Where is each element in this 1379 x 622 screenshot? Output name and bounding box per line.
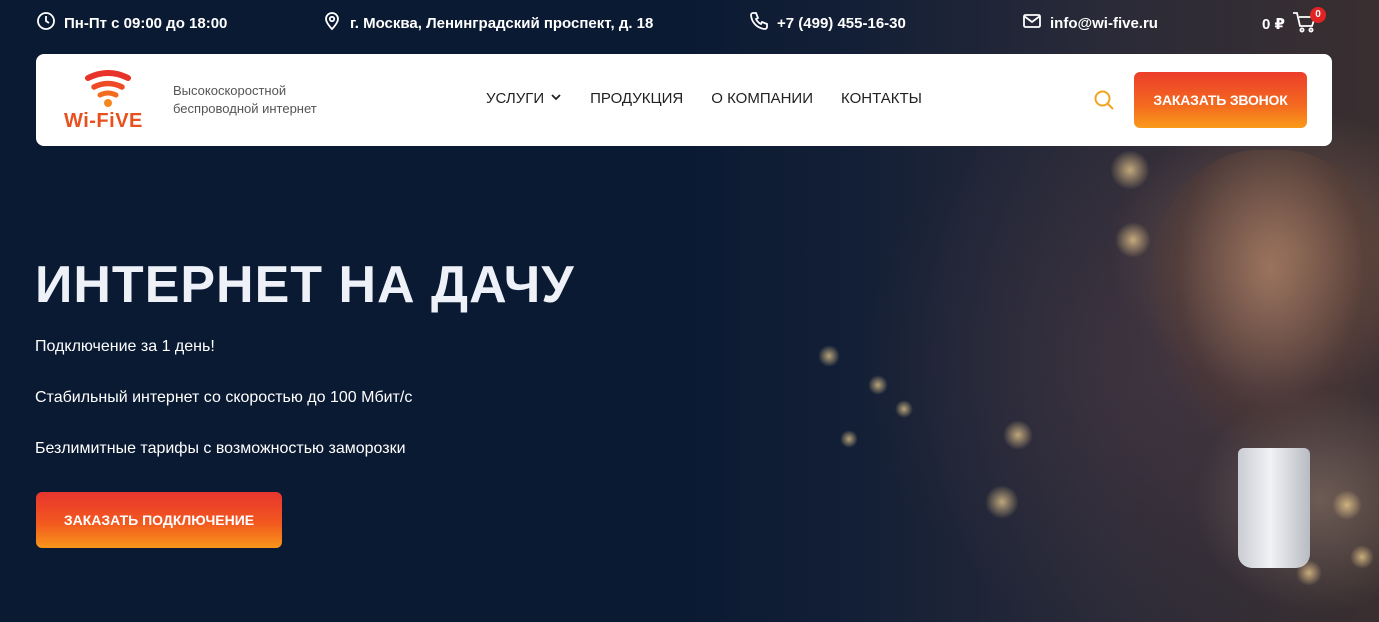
hero-feature: Безлимитные тарифы с возможностью заморо… [35,440,406,457]
hero-mug-image [1238,448,1310,568]
working-hours-text: Пн-Пт с 09:00 до 18:00 [64,14,228,32]
nav-item-contacts[interactable]: КОНТАКТЫ [841,90,922,107]
order-call-button[interactable]: ЗАКАЗАТЬ ЗВОНОК [1134,72,1307,128]
address-text: г. Москва, Ленинградский проспект, д. 18 [350,14,654,32]
top-bar: Пн-Пт с 09:00 до 18:00 г. Москва, Ленинг… [0,0,1379,44]
email-link[interactable]: info@wi-five.ru [1022,11,1158,35]
nav-item-services[interactable]: УСЛУГИ [486,90,562,107]
phone-icon [749,11,769,35]
phone-text[interactable]: +7 (499) 455-16-30 [777,15,906,32]
nav-item-label[interactable]: КОНТАКТЫ [841,90,922,107]
hero-feature: Подключение за 1 день! [35,338,215,355]
hero-feature: Стабильный интернет со скоростью до 100 … [35,389,413,406]
clock-icon [36,11,56,35]
site-header: Wi-FiVE Высокоскоростной беспроводной ин… [36,54,1332,146]
nav-item-label[interactable]: УСЛУГИ [486,90,544,107]
phone-link[interactable]: +7 (499) 455-16-30 [749,11,906,35]
email-text[interactable]: info@wi-five.ru [1050,15,1158,32]
cart-button[interactable]: 0 ₽ 0 [1262,7,1326,39]
logo-text: Wi-FiVE [64,110,143,132]
nav-item-label[interactable]: ПРОДУКЦИЯ [590,90,683,107]
site-tagline: Высокоскоростной беспроводной интернет [173,83,317,116]
cart-count-badge: 0 [1310,7,1326,23]
search-icon[interactable] [1092,88,1116,112]
cart-total: 0 ₽ [1262,16,1285,33]
hero-title: ИНТЕРНЕТ НА ДАЧУ [35,256,575,314]
nav-item-about[interactable]: О КОМПАНИИ [711,90,813,107]
wifi-logo-icon [85,70,131,107]
order-connection-button[interactable]: ЗАКАЗАТЬ ПОДКЛЮЧЕНИЕ [36,492,282,548]
nav-item-label[interactable]: О КОМПАНИИ [711,90,813,107]
site-logo[interactable]: Wi-FiVE [62,70,154,134]
main-nav: УСЛУГИ ПРОДУКЦИЯ О КОМПАНИИ КОНТАКТЫ [486,90,922,107]
hero-person-image [1150,150,1379,450]
mail-icon [1022,11,1042,35]
chevron-down-icon[interactable] [550,90,562,107]
nav-item-products[interactable]: ПРОДУКЦИЯ [590,90,683,107]
address: г. Москва, Ленинградский проспект, д. 18 [322,11,653,35]
location-icon [322,11,342,35]
working-hours: Пн-Пт с 09:00 до 18:00 [36,11,227,35]
